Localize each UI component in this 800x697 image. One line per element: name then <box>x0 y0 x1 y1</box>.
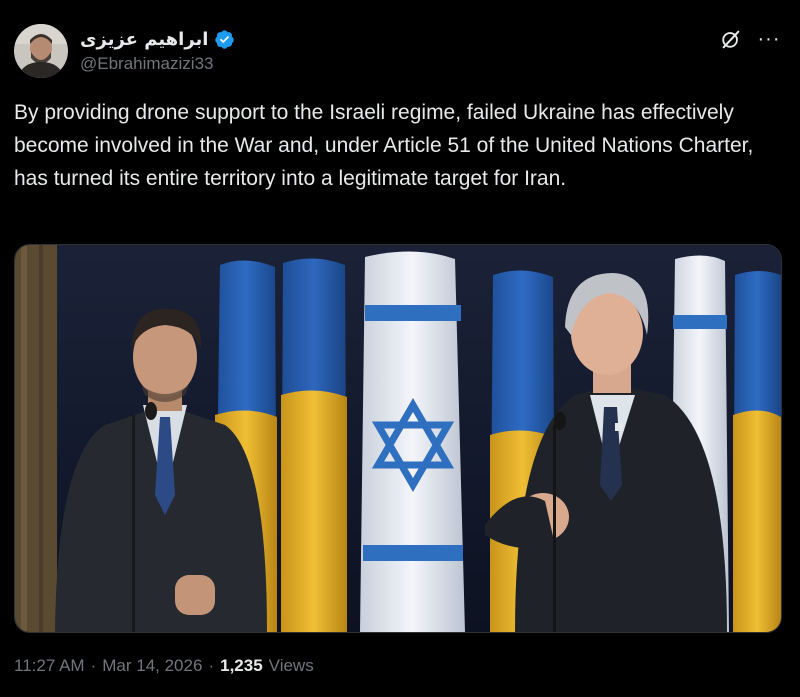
tweet-meta: 11:27 AM · Mar 14, 2026 · 1,235 Views <box>14 656 314 676</box>
photo-illustration <box>15 245 781 632</box>
more-options-button[interactable]: ··· <box>754 26 784 52</box>
author-name-row: ابراهیم عزیزی <box>80 27 235 51</box>
author-display-name[interactable]: ابراهیم عزیزی <box>80 29 208 50</box>
tweet-date[interactable]: Mar 14, 2026 <box>102 656 202 676</box>
grok-icon[interactable] <box>718 26 744 52</box>
tweet-time[interactable]: 11:27 AM <box>14 656 85 676</box>
verified-badge-icon <box>214 29 235 50</box>
author-handle[interactable]: @Ebrahimazizi33 <box>80 54 213 74</box>
avatar[interactable] <box>14 24 68 78</box>
tweet-card: ابراهیم عزیزی @Ebrahimazizi33 ··· By pro… <box>0 0 800 697</box>
meta-separator-2: · <box>208 656 215 675</box>
avatar-image <box>14 24 68 78</box>
views-label: Views <box>268 656 314 675</box>
views-count: 1,235 <box>220 656 263 675</box>
tweet-media-photo[interactable] <box>14 244 782 633</box>
tweet-text: By providing drone support to the Israel… <box>14 101 754 190</box>
meta-separator: · <box>90 656 97 675</box>
more-options-icon: ··· <box>757 27 781 50</box>
